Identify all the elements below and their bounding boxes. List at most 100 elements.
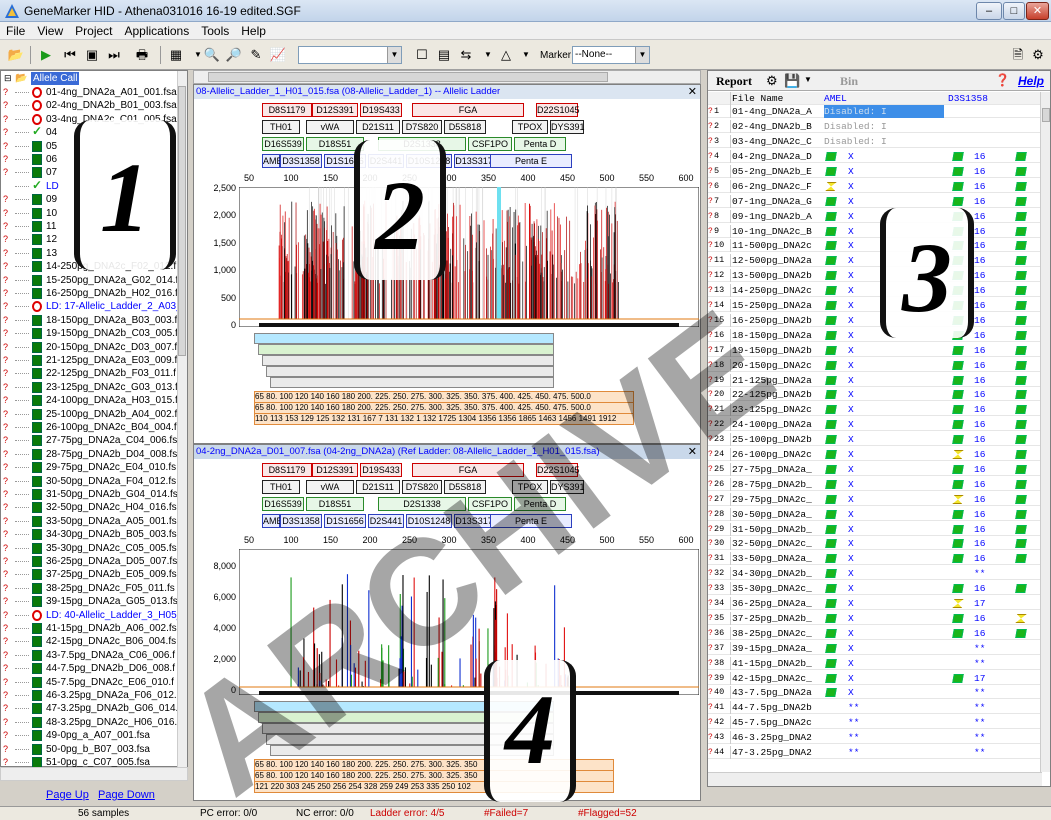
column-header[interactable]: D3S1358	[948, 92, 988, 105]
report-row[interactable]: ? 8 09-1ng_DNA2b_A X 16	[708, 209, 1042, 223]
report-settings-icon[interactable]: ⚙	[766, 73, 778, 89]
tree-item[interactable]: ? 27-75pg_DNA2a_C04_006.fs	[1, 434, 179, 447]
tree-item[interactable]: ? 47-3.25pg_DNA2b_G06_014.	[1, 702, 179, 715]
marker-d8s1179[interactable]: D8S1179	[262, 463, 312, 477]
view-select[interactable]: ▼	[298, 46, 402, 64]
tree-item[interactable]: ? 45-7.5pg_DNA2c_E06_010.f	[1, 676, 179, 689]
report-row[interactable]: ? 17 19-150pg_DNA2b X 16	[708, 343, 1042, 357]
report-row[interactable]: ? 27 29-75pg_DNA2c_ X 16	[708, 492, 1042, 506]
tree-item[interactable]: ? 36-25pg_DNA2a_D05_007.fs	[1, 555, 179, 568]
tree-item[interactable]: ? 19-150pg_DNA2b_C03_005.f	[1, 327, 179, 340]
center-hscrollbar[interactable]	[193, 70, 701, 84]
marker-dys391[interactable]: DYS391	[550, 120, 585, 134]
color-grid-icon[interactable]: ▦	[166, 45, 186, 65]
report-row[interactable]: ? 7 07-1ng_DNA2a_G X 16	[708, 194, 1042, 208]
triangle-dropdown-icon[interactable]: ▼	[516, 45, 536, 65]
column-header[interactable]: File Name	[730, 92, 822, 105]
sample-trace[interactable]	[239, 549, 699, 695]
close-panel-icon[interactable]: ✕	[688, 85, 697, 99]
report-row[interactable]: ? 41 44-7.5pg_DNA2b ** **	[708, 701, 1042, 715]
tree-item[interactable]: ? 44-7.5pg_DNA2b_D06_008.f	[1, 662, 179, 675]
marker-csf1po[interactable]: CSF1PO	[468, 497, 512, 511]
marker-d5s818[interactable]: D5S818	[444, 120, 486, 134]
save-dropdown-icon[interactable]: ▼	[804, 75, 812, 84]
report-row[interactable]: ? 23 25-100pg_DNA2b X 16	[708, 433, 1042, 447]
report-row[interactable]: ? 15 16-250pg_DNA2b X 16	[708, 313, 1042, 327]
open-folder-icon[interactable]: 📂	[6, 45, 26, 65]
report-row[interactable]: ? 36 38-25pg_DNA2c_ X 16	[708, 626, 1042, 640]
menu-view[interactable]: View	[31, 22, 69, 38]
report-row[interactable]: ? 39 42-15pg_DNA2c_ X 17	[708, 671, 1042, 685]
marker-d3s1358[interactable]: D3S1358	[280, 154, 322, 168]
tree-item[interactable]: ? 39-15pg_DNA2a_G05_013.fs	[1, 595, 179, 608]
tree-root[interactable]: ⊟ 📂 Allele Call	[1, 72, 179, 85]
report-row[interactable]: ? 43 46-3.25pg_DNA2 ** **	[708, 731, 1042, 745]
tree-item[interactable]: ? 24-100pg_DNA2a_H03_015.f	[1, 394, 179, 407]
report-row[interactable]: ? 4 04-2ng_DNA2a_D X 16	[708, 150, 1042, 164]
help-icon[interactable]: ❓	[995, 73, 1010, 87]
tree-item[interactable]: ? 49-0pg_a_A07_001.fsa	[1, 729, 179, 742]
marker-penta-e[interactable]: Penta E	[490, 154, 572, 168]
report-row[interactable]: ? 20 22-125pg_DNA2b X 16	[708, 388, 1042, 402]
tree-item[interactable]: ? 28-75pg_DNA2b_D04_008.fs	[1, 448, 179, 461]
tree-item[interactable]: ? 31-50pg_DNA2b_G04_014.fs	[1, 488, 179, 501]
next-sample-icon[interactable]: ▣	[82, 45, 102, 65]
column-header[interactable]: AMEL	[824, 92, 860, 105]
marker-amel[interactable]: AMEL	[262, 514, 288, 528]
marker-amel[interactable]: AMEL	[262, 154, 288, 168]
tree-item[interactable]: ? 37-25pg_DNA2b_E05_009.fs	[1, 568, 179, 581]
tree-item[interactable]: ? 16-250pg_DNA2b_H02_016.f	[1, 287, 179, 300]
tree-item[interactable]: ? 34-30pg_DNA2b_B05_003.fs	[1, 528, 179, 541]
zoom-in-icon[interactable]: 🔍	[202, 45, 222, 65]
marker-d22s1045[interactable]: D22S1045	[536, 463, 580, 477]
tree-item[interactable]: ? 15-250pg_DNA2a_G02_014.f	[1, 274, 179, 287]
report-row[interactable]: ? 2 02-4ng_DNA2b_B Disabled: I	[708, 120, 1042, 134]
marker-d2s441[interactable]: D2S441	[368, 514, 404, 528]
tree-item[interactable]: ? 50-0pg_b_B07_003.fsa	[1, 743, 179, 756]
report-row[interactable]: ? 19 21-125pg_DNA2a X 16	[708, 373, 1042, 387]
tree-item[interactable]: ? 32-50pg_DNA2c_H04_016.fs	[1, 501, 179, 514]
report-row[interactable]: ? 5 05-2ng_DNA2b_E X 16	[708, 164, 1042, 178]
marker-d19s433[interactable]: D19S433	[360, 463, 402, 477]
report-row[interactable]: ? 1 01-4ng_DNA2a_A Disabled: I	[708, 105, 1042, 119]
tree-item[interactable]: ? 23-125pg_DNA2c_G03_013.f	[1, 381, 179, 394]
marker-vwa[interactable]: vWA	[306, 120, 354, 134]
first-sample-icon[interactable]: ⏮	[60, 45, 80, 65]
report-hscrollbar[interactable]	[708, 772, 1042, 786]
marker-d2s1338[interactable]: D2S1338	[378, 497, 466, 511]
tree-hscrollbar[interactable]	[0, 767, 188, 781]
page-up-link[interactable]: Page Up	[46, 789, 89, 801]
marker-d7s820[interactable]: D7S820	[402, 120, 442, 134]
report-row[interactable]: ? 16 18-150pg_DNA2a X 16	[708, 328, 1042, 342]
marker-d7s820[interactable]: D7S820	[402, 480, 442, 494]
export-dropdown-icon[interactable]: ▼	[478, 45, 498, 65]
tree-item[interactable]: ? 20-150pg_DNA2c_D03_007.f	[1, 341, 179, 354]
marker-th01[interactable]: TH01	[262, 120, 300, 134]
report-row[interactable]: ? 24 26-100pg_DNA2c X 16	[708, 448, 1042, 462]
marker-d16s539[interactable]: D16S539	[262, 137, 304, 151]
report-row[interactable]: ? 30 32-50pg_DNA2c_ X 16	[708, 537, 1042, 551]
report-row[interactable]: ? 6 06-2ng_DNA2c_F X 16	[708, 179, 1042, 193]
tree-item[interactable]: ? 25-100pg_DNA2b_A04_002.f	[1, 408, 179, 421]
marker-dys391[interactable]: DYS391	[550, 480, 585, 494]
report-row[interactable]: ? 40 43-7.5pg_DNA2a X **	[708, 686, 1042, 700]
report-row[interactable]: ? 33 35-30pg_DNA2c_ X 16	[708, 582, 1042, 596]
report-row[interactable]: ? 25 27-75pg_DNA2a_ X 16	[708, 462, 1042, 476]
tree-item[interactable]: ? 18-150pg_DNA2a_B03_003.f	[1, 314, 179, 327]
tree-item[interactable]: ? LD: 40-Allelic_Ladder_3_H05_	[1, 609, 179, 622]
tree-item[interactable]: ? 46-3.25pg_DNA2a_F06_012.	[1, 689, 179, 702]
report-icon[interactable]: 🗎	[1008, 45, 1028, 65]
triangle-icon[interactable]: △	[496, 45, 516, 65]
zoom-out-icon[interactable]: 🔎	[224, 45, 244, 65]
marker-d8s1179[interactable]: D8S1179	[262, 103, 312, 117]
tree-item[interactable]: ? 29-75pg_DNA2c_E04_010.fs	[1, 461, 179, 474]
marker-vwa[interactable]: vWA	[306, 480, 354, 494]
tree-item[interactable]: ? 33-50pg_DNA2a_A05_001.fs	[1, 515, 179, 528]
tree-item[interactable]: ? 21-125pg_DNA2a_E03_009.f	[1, 354, 179, 367]
edit-chart-icon[interactable]: ✎	[246, 45, 266, 65]
run-icon[interactable]: ▶	[36, 45, 56, 65]
close-button[interactable]: ✕	[1026, 2, 1049, 20]
save-icon[interactable]: 💾	[784, 73, 800, 89]
help-link[interactable]: Help	[1018, 74, 1044, 88]
tree-item[interactable]: ? 30-50pg_DNA2a_F04_012.fs	[1, 475, 179, 488]
